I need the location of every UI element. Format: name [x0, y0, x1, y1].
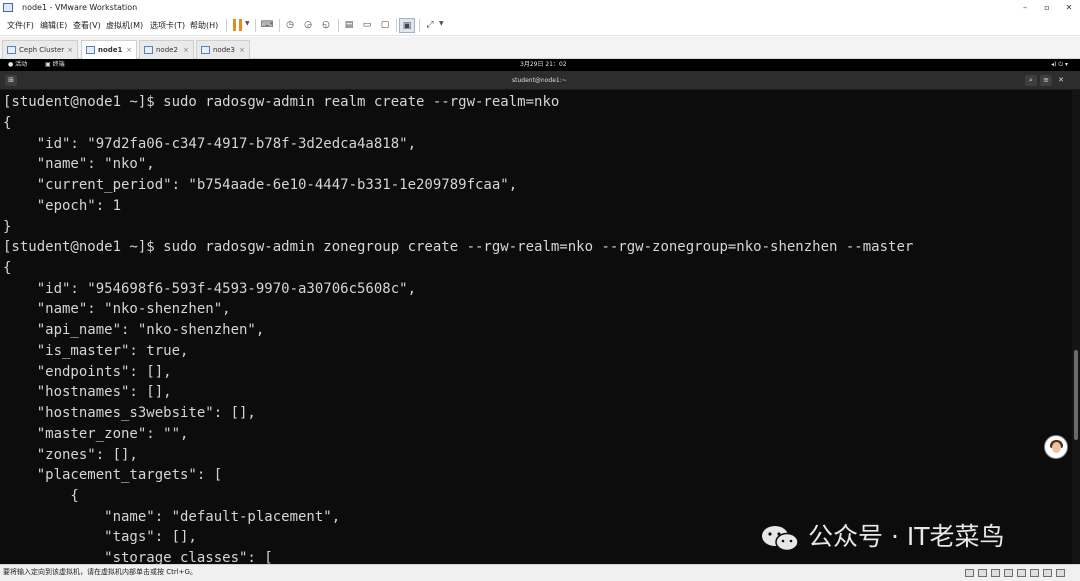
- terminal-line: "placement_targets": [: [3, 467, 223, 483]
- terminal-line: "zones": [],: [3, 447, 138, 463]
- hamburger-menu-icon[interactable]: ≡: [1040, 75, 1052, 86]
- tab-node2[interactable]: node2 ×: [139, 40, 194, 59]
- menu-bar: 文件(F) 编辑(E) 查看(V) 虚拟机(M) 选项卡(T) 帮助(H) ▼ …: [0, 15, 1080, 36]
- gnome-top-bar: ● 活动 ▣ 终端 3月29日 21：02 ◂) ⏻ ▾: [0, 59, 1080, 71]
- terminal-line: "hostnames": [],: [3, 384, 172, 400]
- snapshot-icon[interactable]: ◷: [282, 18, 298, 33]
- terminal-line: }: [3, 219, 12, 235]
- clock[interactable]: 3月29日 21：02: [520, 59, 567, 71]
- console-view-icon[interactable]: ▣: [399, 18, 415, 33]
- tab-label: node3: [213, 46, 235, 54]
- wechat-icon: [762, 526, 799, 552]
- menu-tabs[interactable]: 选项卡(T): [150, 20, 185, 31]
- toolbar-separator: [419, 19, 420, 32]
- vmware-app-icon: [3, 3, 13, 12]
- manage-snapshots-icon[interactable]: ◵: [318, 18, 334, 33]
- pause-dropdown-icon[interactable]: ▼: [245, 20, 250, 27]
- menu-vm[interactable]: 虚拟机(M): [106, 20, 143, 31]
- revert-snapshot-icon[interactable]: ◶: [300, 18, 316, 33]
- terminal-line: "master_zone": "",: [3, 426, 189, 442]
- terminal-line: "endpoints": [],: [3, 364, 172, 380]
- status-bar: 要将输入定向到该虚拟机，请在虚拟机内部单击或按 Ctrl+G。: [0, 564, 1080, 581]
- message-log-icon[interactable]: [1056, 569, 1065, 577]
- sound-card-icon[interactable]: [1017, 569, 1026, 577]
- network-adapter-icon[interactable]: [991, 569, 1000, 577]
- avatar[interactable]: [1044, 435, 1068, 459]
- tab-label: node1: [98, 46, 123, 54]
- terminal-output[interactable]: [student@node1 ~]$ sudo radosgw-admin re…: [0, 90, 1080, 564]
- toolbar-separator: [396, 19, 397, 32]
- status-hint: 要将输入定向到该虚拟机，请在虚拟机内部单击或按 Ctrl+G。: [3, 568, 197, 576]
- tab-close-icon[interactable]: ×: [126, 41, 132, 59]
- terminal-scrollbar[interactable]: [1072, 90, 1080, 564]
- terminal-title: student@node1:~: [512, 77, 567, 84]
- pause-icon[interactable]: [233, 19, 243, 31]
- tab-node1[interactable]: node1 ×: [81, 40, 137, 59]
- terminal-line: "epoch": 1: [3, 198, 122, 214]
- vm-tab-bar: Ceph Cluster × node1 × node2 × node3 ×: [0, 37, 1080, 59]
- cd-dvd-icon[interactable]: [978, 569, 987, 577]
- vm-icon: [144, 46, 153, 54]
- printer-icon[interactable]: [1030, 569, 1039, 577]
- window-title: node1 - VMware Workstation: [22, 3, 138, 12]
- watermark-text: 公众号 · IT老菜鸟: [808, 522, 1005, 551]
- vm-icon: [86, 46, 95, 54]
- full-screen-view-icon[interactable]: ▢: [377, 18, 393, 33]
- terminal-line: "id": "97d2fa06-c347-4917-b78f-3d2edca4a…: [3, 136, 417, 152]
- toolbar-separator: [226, 19, 227, 32]
- terminal-app-menu[interactable]: ▣ 终端: [45, 59, 65, 71]
- fit-window-icon[interactable]: ⤢: [422, 18, 438, 33]
- terminal-line: "current_period": "b754aade-6e10-4447-b3…: [3, 177, 518, 193]
- tab-close-icon[interactable]: ×: [67, 41, 73, 59]
- terminal-line: {: [3, 260, 12, 276]
- terminal-header-bar: ⊞ student@node1:~ ⌕ ≡ ✕: [0, 71, 1080, 90]
- menu-help[interactable]: 帮助(H): [190, 20, 218, 31]
- terminal-line: {: [3, 115, 12, 131]
- tab-close-icon[interactable]: ×: [183, 41, 189, 59]
- terminal-line: "name": "default-placement",: [3, 509, 341, 525]
- terminal-line: "storage_classes": [: [3, 550, 273, 564]
- thumbnail-icon[interactable]: ▭: [359, 18, 375, 33]
- tab-label: node2: [156, 46, 178, 54]
- activities-button[interactable]: ● 活动: [8, 59, 27, 71]
- menu-file[interactable]: 文件(F): [7, 20, 34, 31]
- new-tab-icon[interactable]: ⊞: [5, 75, 17, 86]
- close-button[interactable]: ✕: [1059, 0, 1079, 15]
- terminal-line: [student@node1 ~]$ sudo radosgw-admin re…: [3, 94, 560, 110]
- send-keys-icon[interactable]: ⌨: [259, 18, 275, 33]
- fit-window-dropdown-icon[interactable]: ▼: [439, 20, 444, 27]
- terminal-line: [student@node1 ~]$ sudo radosgw-admin zo…: [3, 239, 914, 255]
- avatar-face: [1052, 442, 1061, 453]
- terminal-line: "name": "nko",: [3, 156, 155, 172]
- toolbar-separator: [338, 19, 339, 32]
- terminal-line: "is_master": true,: [3, 343, 189, 359]
- vm-icon: [201, 46, 210, 54]
- window-title-bar: node1 - VMware Workstation – ▫ ✕: [0, 0, 1080, 15]
- system-status-menu[interactable]: ◂) ⏻ ▾: [1051, 59, 1068, 71]
- tab-node3[interactable]: node3 ×: [196, 40, 250, 59]
- toolbar-separator: [279, 19, 280, 32]
- terminal-line: "tags": [],: [3, 529, 197, 545]
- search-icon[interactable]: ⌕: [1025, 75, 1037, 86]
- hard-disk-icon[interactable]: [965, 569, 974, 577]
- terminal-line: "api_name": "nko-shenzhen",: [3, 322, 265, 338]
- terminal-line: {: [3, 488, 79, 504]
- tab-close-icon[interactable]: ×: [239, 41, 245, 59]
- tab-ceph-cluster[interactable]: Ceph Cluster ×: [2, 40, 78, 59]
- minimize-button[interactable]: –: [1015, 0, 1035, 15]
- show-library-icon[interactable]: ▤: [341, 18, 357, 33]
- terminal-line: "hostnames_s3website": [],: [3, 405, 256, 421]
- menu-view[interactable]: 查看(V): [73, 20, 101, 31]
- display-icon[interactable]: [1043, 569, 1052, 577]
- terminal-close-icon[interactable]: ✕: [1055, 75, 1067, 86]
- terminal-line: "id": "954698f6-593f-4593-9970-a30706c56…: [3, 281, 417, 297]
- maximize-button[interactable]: ▫: [1037, 0, 1057, 15]
- scrollbar-thumb[interactable]: [1074, 350, 1078, 440]
- terminal-line: "name": "nko-shenzhen",: [3, 301, 231, 317]
- toolbar-separator: [255, 19, 256, 32]
- tab-label: Ceph Cluster: [19, 46, 65, 54]
- vm-group-icon: [7, 46, 16, 54]
- usb-icon[interactable]: [1004, 569, 1013, 577]
- menu-edit[interactable]: 编辑(E): [40, 20, 67, 31]
